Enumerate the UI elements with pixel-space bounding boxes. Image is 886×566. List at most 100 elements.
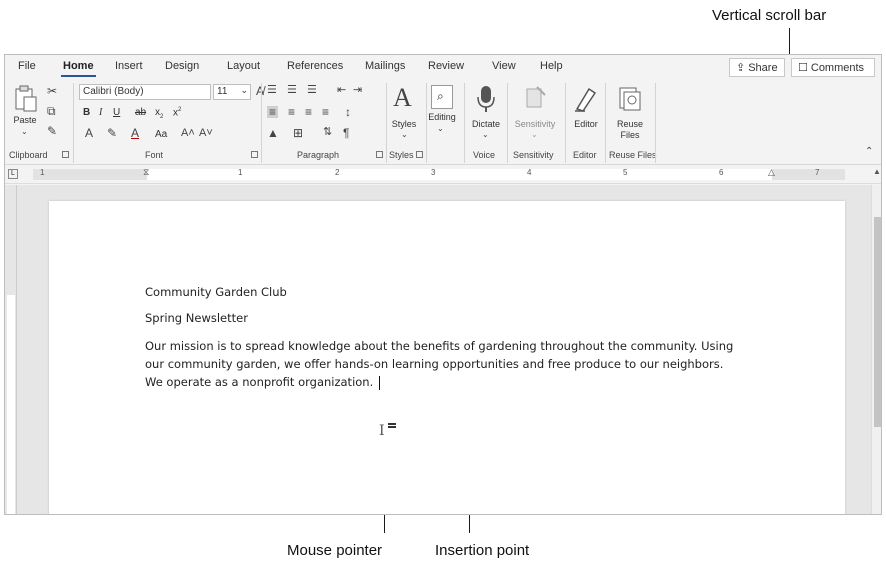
tab-review[interactable]: Review	[428, 60, 464, 72]
dictate-label: Dictate	[471, 119, 500, 129]
right-indent-marker-icon[interactable]: △	[768, 167, 775, 178]
tab-help[interactable]: Help	[540, 60, 563, 72]
editor-group-label: Editor	[573, 150, 597, 160]
styles-icon[interactable]: A	[393, 85, 412, 111]
shading-icon[interactable]: ▲	[267, 127, 279, 139]
highlight-icon[interactable]: ✎	[107, 127, 117, 139]
chevron-down-icon: ⌄	[240, 85, 248, 95]
body-line: We operate as a nonprofit organization.	[145, 375, 374, 389]
tab-design[interactable]: Design	[165, 60, 199, 72]
editor-icon[interactable]	[573, 85, 599, 113]
vertical-ruler-text-area	[7, 295, 15, 514]
vertical-scroll-bar[interactable]	[871, 185, 881, 514]
tab-home[interactable]: Home	[61, 60, 96, 77]
ruler-number: 2	[335, 168, 340, 177]
share-icon: ⇪	[736, 62, 746, 74]
tab-mailings[interactable]: Mailings	[365, 60, 405, 72]
group-separator	[73, 83, 74, 163]
text-effects-icon[interactable]: A	[85, 127, 93, 139]
tab-insert[interactable]: Insert	[115, 60, 143, 72]
justify-icon[interactable]: ≡	[322, 106, 329, 118]
tab-view[interactable]: View	[492, 60, 516, 72]
reuse-label-line2: Files	[620, 130, 640, 140]
chevron-down-icon: ⌄	[437, 124, 444, 133]
font-launcher-icon[interactable]	[251, 151, 258, 158]
sort-icon[interactable]: ⇅	[323, 127, 332, 138]
vertical-ruler[interactable]	[5, 185, 17, 514]
comments-button[interactable]: ☐ Comments	[791, 58, 875, 77]
tab-file[interactable]: File	[18, 60, 36, 72]
bold-button[interactable]: B	[83, 107, 90, 118]
share-button[interactable]: ⇪ Share	[729, 58, 785, 77]
paste-dropdown-icon[interactable]: ⌄	[21, 128, 28, 136]
align-left-icon[interactable]: ≡	[267, 106, 279, 118]
shrink-font-icon[interactable]: A˅	[199, 128, 213, 139]
paragraph-launcher-icon[interactable]	[376, 151, 383, 158]
group-separator	[464, 83, 465, 163]
styles-group-label: Styles	[389, 150, 414, 160]
underline-button[interactable]: U	[113, 107, 120, 118]
chevron-down-icon: ⌄	[531, 130, 538, 139]
chevron-down-icon: ⌄	[401, 130, 408, 139]
mouse-pointer-callout: Mouse pointer	[287, 542, 383, 559]
editing-label: Editing	[428, 112, 456, 122]
comments-label: Comments	[810, 61, 865, 74]
show-formatting-icon[interactable]: ¶	[343, 127, 349, 139]
clear-formatting-icon[interactable]: A̸	[256, 85, 264, 97]
superscript-button[interactable]: x2	[173, 107, 181, 118]
line-spacing-icon[interactable]: ↕	[345, 106, 351, 118]
cut-icon[interactable]: ✂	[47, 85, 57, 97]
editing-button[interactable]: ⌕	[431, 85, 453, 109]
clipboard-launcher-icon[interactable]	[62, 151, 69, 158]
share-label: Share	[748, 61, 778, 74]
document-page[interactable]: Community Garden Club Spring Newsletter …	[49, 201, 845, 514]
borders-icon[interactable]: ⊞	[293, 127, 303, 139]
indent-marker-icon[interactable]: ⧖	[143, 167, 149, 178]
font-size-select[interactable]: 11 ⌄	[213, 84, 251, 100]
align-right-icon[interactable]: ≡	[305, 106, 312, 118]
grow-font-icon[interactable]: A˄	[181, 128, 195, 139]
scroll-thumb[interactable]	[874, 217, 881, 427]
format-painter-icon[interactable]: ✎	[47, 125, 57, 137]
ruler-number: 5	[623, 168, 628, 177]
group-separator	[426, 83, 427, 163]
click-and-type-icon	[388, 423, 396, 428]
ribbon: Paste ⌄ ✂ ⧉ ✎ Clipboard Calibri (Body) 1…	[5, 79, 881, 165]
horizontal-ruler[interactable]: L ⧖ △ 1 1 2 3 4 5 6 7 ▲	[5, 166, 881, 184]
font-name-select[interactable]: Calibri (Body)	[79, 84, 211, 100]
tab-selector-icon[interactable]: L	[8, 169, 18, 179]
copy-icon[interactable]: ⧉	[47, 105, 56, 117]
styles-launcher-icon[interactable]	[416, 151, 423, 158]
font-color-icon[interactable]: A	[131, 127, 139, 139]
reuse-label-line1: Reuse	[616, 119, 643, 129]
editor-label: Editor	[574, 119, 598, 129]
scroll-up-icon[interactable]: ▲	[871, 167, 881, 181]
numbering-icon[interactable]: ☰	[287, 85, 297, 96]
paste-icon[interactable]	[13, 85, 39, 113]
align-center-icon[interactable]: ≡	[288, 106, 295, 118]
collapse-ribbon-icon[interactable]: ⌃	[865, 147, 873, 157]
word-window: File Home Insert Design Layout Reference…	[4, 54, 882, 515]
ruler-number: 4	[527, 168, 532, 177]
comment-icon: ☐	[798, 62, 808, 74]
subscript-button[interactable]: x2	[155, 107, 163, 120]
sensitivity-icon[interactable]	[523, 85, 549, 113]
increase-indent-icon[interactable]: ⇥	[353, 85, 362, 96]
ruler-number: 7	[815, 168, 820, 177]
voice-group-label: Voice	[473, 150, 496, 160]
reuse-files-icon[interactable]	[617, 85, 643, 113]
bullets-icon[interactable]: ☰	[267, 85, 277, 96]
multilevel-list-icon[interactable]: ☰	[307, 85, 317, 96]
group-separator	[261, 83, 262, 163]
italic-button[interactable]: I	[99, 107, 102, 118]
document-area[interactable]: Community Garden Club Spring Newsletter …	[5, 185, 871, 514]
tab-references[interactable]: References	[287, 60, 343, 72]
figure: Vertical scroll bar Mouse pointer Insert…	[0, 0, 886, 566]
tab-layout[interactable]: Layout	[227, 60, 260, 72]
microphone-icon[interactable]	[473, 85, 499, 113]
reuse-files-group-label: Reuse Files	[609, 150, 657, 160]
strikethrough-button[interactable]: ab	[135, 107, 146, 118]
change-case-button[interactable]: Aa	[155, 129, 167, 140]
decrease-indent-icon[interactable]: ⇤	[337, 85, 346, 96]
document-subtitle: Spring Newsletter	[145, 311, 248, 325]
